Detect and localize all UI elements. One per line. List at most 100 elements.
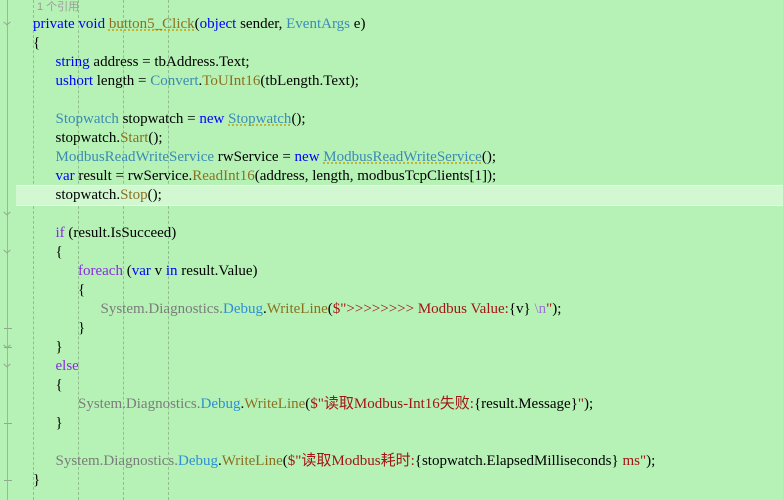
code-token: stopwatch =	[118, 111, 200, 127]
code-line[interactable]: {	[0, 34, 783, 53]
code-token: Debug	[223, 301, 263, 317]
code-token: ModbusReadWriteService	[55, 149, 215, 165]
code-line[interactable]: stopwatch.Stop();	[0, 186, 783, 205]
code-token: void	[78, 16, 106, 32]
code-line[interactable]: ModbusReadWriteService rwService = new M…	[0, 148, 783, 167]
code-token: ();	[481, 149, 496, 165]
code-token: System.Diagnostics.	[78, 396, 201, 412]
code-token: var	[131, 263, 151, 279]
code-token: var	[55, 168, 75, 184]
code-editor[interactable]: 1 个引用 private void button5_Click(object …	[0, 0, 783, 500]
code-line[interactable]: {	[0, 243, 783, 262]
code-token: {	[55, 377, 63, 393]
code-token: Start	[120, 130, 149, 146]
code-line[interactable]: System.Diagnostics.Debug.WriteLine($"读取M…	[0, 452, 783, 471]
code-line[interactable]: var result = rwService.ReadInt16(address…	[0, 167, 783, 186]
code-token: foreach	[78, 263, 123, 279]
code-token: Debug	[178, 453, 218, 469]
code-token: in	[165, 263, 178, 279]
code-token: new	[199, 111, 225, 127]
code-line[interactable]: if (result.IsSucceed)	[0, 224, 783, 243]
code-line[interactable]: }	[0, 338, 783, 357]
code-line[interactable]: foreach (var v in result.Value)	[0, 262, 783, 281]
code-token: {	[78, 282, 86, 298]
code-line[interactable]: }	[0, 414, 783, 433]
code-token: {	[33, 35, 41, 51]
code-token: 读取Modbus-Int16失败:	[323, 396, 474, 412]
code-token: System.Diagnostics.	[55, 453, 179, 469]
code-token: >>>>>>>> Modbus Value:	[346, 301, 509, 317]
code-token: Stop	[120, 187, 148, 203]
code-token: ();	[147, 187, 162, 203]
code-line[interactable]: private void button5_Click(object sender…	[0, 15, 783, 34]
code-line[interactable]	[0, 91, 783, 110]
code-token: {stopwatch.ElapsedMilliseconds}	[414, 453, 619, 469]
code-token: stopwatch.	[55, 187, 121, 203]
code-token: private	[33, 16, 75, 32]
code-token: result = rwService.	[74, 168, 193, 184]
code-token: );	[584, 396, 594, 412]
code-token: stopwatch.	[55, 130, 121, 146]
code-token: {	[55, 244, 63, 260]
code-token: System.Diagnostics.	[100, 301, 224, 317]
code-line[interactable]: }	[0, 471, 783, 490]
code-line[interactable]: Stopwatch stopwatch = new Stopwatch();	[0, 110, 783, 129]
code-token: address = tbAddress.Text;	[89, 54, 250, 70]
code-token: }	[33, 472, 41, 488]
code-token: ushort	[55, 73, 94, 89]
code-token: Stopwatch	[55, 111, 119, 127]
code-token: WriteLine	[266, 301, 328, 317]
code-line[interactable]: System.Diagnostics.Debug.WriteLine($">>>…	[0, 300, 783, 319]
code-token: 读取Modbus耗时:	[301, 453, 415, 469]
code-token: $"	[332, 301, 347, 317]
code-token: {v}	[508, 301, 531, 317]
code-token: sender,	[236, 16, 287, 32]
code-token: (tbLength.Text);	[260, 73, 359, 89]
code-token: WriteLine	[221, 453, 283, 469]
code-token: );	[646, 453, 656, 469]
code-token: WriteLine	[244, 396, 306, 412]
code-token: e)	[350, 16, 366, 32]
code-token: }	[55, 415, 63, 431]
code-line[interactable]	[0, 433, 783, 452]
code-token: (result.IsSucceed)	[64, 225, 177, 241]
code-line[interactable]: ushort length = Convert.ToUInt16(tbLengt…	[0, 72, 783, 91]
code-token: length =	[93, 73, 151, 89]
code-token: (address, length, modbusTcpClients[1]);	[254, 168, 497, 184]
code-token: new	[294, 149, 320, 165]
code-line[interactable]: }	[0, 319, 783, 338]
code-text-area[interactable]: private void button5_Click ( object sender…	[0, 0, 783, 500]
code-token: else	[55, 358, 79, 374]
code-token: }	[55, 339, 63, 355]
code-token: v	[150, 263, 166, 279]
code-line[interactable]: System.Diagnostics.Debug.WriteLine($"读取M…	[0, 395, 783, 414]
code-token: ();	[148, 130, 163, 146]
code-line[interactable]: {	[0, 376, 783, 395]
code-token: rwService =	[214, 149, 295, 165]
code-token: Convert	[150, 73, 199, 89]
code-token: );	[552, 301, 562, 317]
code-token: EventArgs	[286, 16, 351, 32]
code-token: {result.Message}	[473, 396, 578, 412]
code-token: if	[55, 225, 65, 241]
code-line[interactable]: {	[0, 281, 783, 300]
code-line[interactable]: else	[0, 357, 783, 376]
code-token: }	[78, 320, 86, 336]
code-line[interactable]: string address = tbAddress.Text;	[0, 53, 783, 72]
code-token: ReadInt16	[192, 168, 255, 184]
code-token: result.Value)	[177, 263, 258, 279]
code-token: Stopwatch	[228, 111, 292, 127]
code-token: $"	[287, 453, 302, 469]
code-token: $"	[310, 396, 324, 412]
code-token: string	[55, 54, 90, 70]
code-line[interactable]	[0, 205, 783, 224]
code-token: ToUInt16	[202, 73, 261, 89]
code-token: button5_Click	[108, 16, 195, 32]
code-token: Debug	[200, 396, 241, 412]
code-token: ModbusReadWriteService	[323, 149, 482, 165]
code-token: \n	[534, 301, 547, 317]
code-token: object	[199, 16, 237, 32]
code-line[interactable]: stopwatch.Start();	[0, 129, 783, 148]
code-token: (	[122, 263, 132, 279]
code-token: ();	[291, 111, 306, 127]
